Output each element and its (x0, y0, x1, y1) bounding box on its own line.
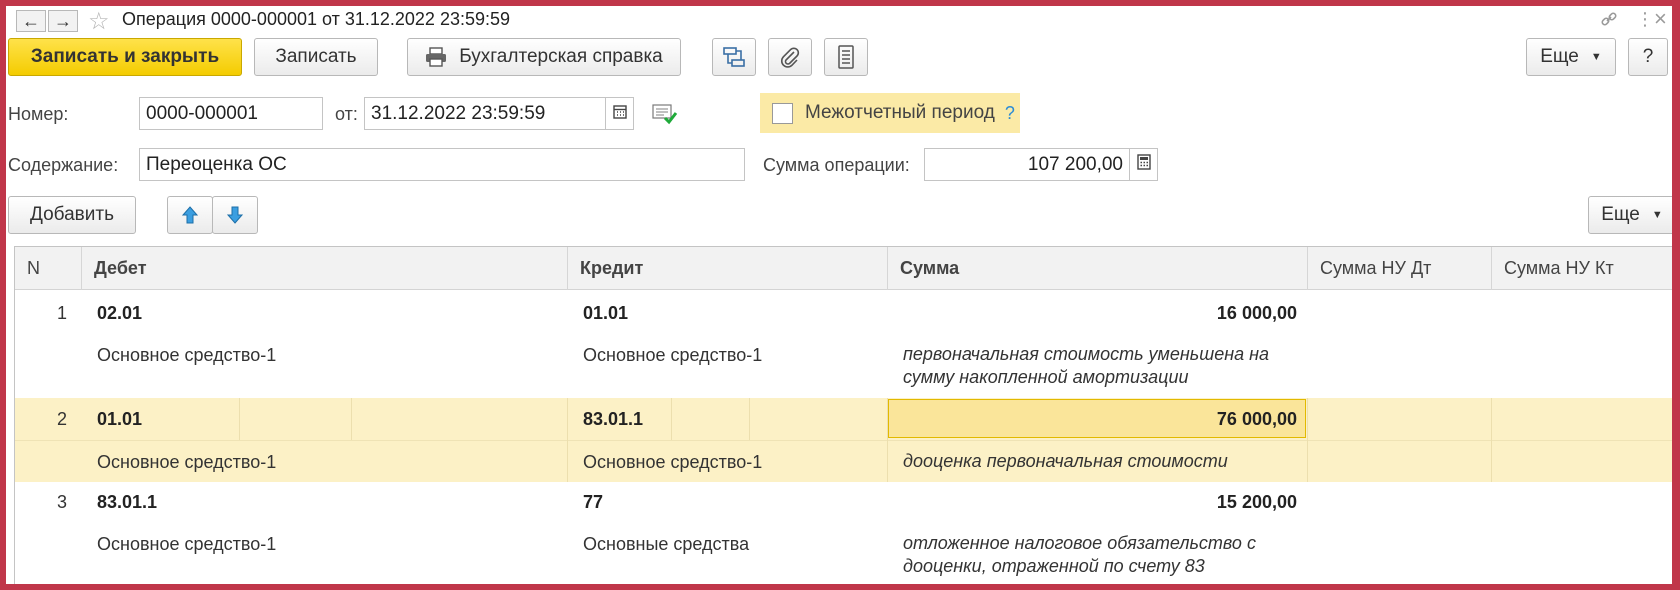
column-header-credit[interactable]: Кредит (567, 247, 887, 290)
document-window: ← → ☆ Операция 0000-000001 от 31.12.2022… (6, 6, 1672, 584)
debit-subconto[interactable]: Основное средство-1 (97, 345, 276, 366)
arrow-left-icon: ← (22, 10, 40, 31)
calculator-icon (1136, 154, 1151, 175)
inter-period-box[interactable]: Межотчетный период ? (760, 93, 1020, 133)
entry-comment[interactable]: первоначальная стоимость уменьшена на су… (903, 343, 1293, 389)
credit-account[interactable]: 83.01.1 (583, 409, 643, 430)
save-button[interactable]: Записать (254, 38, 378, 76)
column-divider (351, 398, 352, 440)
favorite-star-icon[interactable]: ☆ (88, 7, 110, 36)
table-row-selected[interactable]: 2 01.01 Основное средство-1 83.01.1 Осно… (15, 398, 1672, 482)
move-up-button[interactable] (167, 196, 213, 234)
column-header-n[interactable]: N (15, 247, 81, 290)
link-icon[interactable] (1600, 10, 1618, 33)
help-button[interactable]: ? (1628, 38, 1668, 76)
table-row[interactable]: 3 83.01.1 Основное средство-1 77 Основны… (15, 482, 1672, 584)
column-divider (567, 398, 568, 482)
column-divider (749, 398, 750, 440)
number-field[interactable]: 0000-000001 (139, 97, 323, 130)
calculator-button[interactable] (1130, 148, 1158, 181)
column-divider (671, 398, 672, 440)
add-row-button[interactable]: Добавить (8, 196, 136, 234)
inter-period-help-icon[interactable]: ? (1005, 103, 1015, 124)
calendar-icon (612, 103, 627, 124)
date-field[interactable]: 31.12.2022 23:59:59 (364, 97, 606, 130)
close-icon[interactable]: × (1654, 6, 1667, 32)
credit-account[interactable]: 01.01 (583, 303, 628, 324)
accounting-report-button[interactable]: Бухгалтерская справка (407, 38, 681, 76)
entries-table: N Дебет Кредит Сумма Сумма НУ Дт Сумма Н… (14, 246, 1672, 584)
document-status-icon[interactable] (652, 103, 678, 130)
content-field[interactable]: Переоценка ОС (139, 148, 745, 181)
column-header-sum-nu-dt[interactable]: Сумма НУ Дт (1307, 247, 1491, 290)
caret-down-icon: ▼ (1590, 51, 1602, 63)
accounting-report-label: Бухгалтерская справка (459, 46, 663, 67)
forward-button[interactable]: → (48, 10, 78, 32)
sum-value[interactable]: 15 200,00 (887, 492, 1297, 513)
entry-comment[interactable]: отложенное налоговое обязательство с доо… (903, 532, 1293, 578)
back-button[interactable]: ← (16, 10, 46, 32)
column-divider (1491, 398, 1492, 482)
column-header-sum-nu-kt[interactable]: Сумма НУ Кт (1491, 247, 1672, 290)
sum-value[interactable]: 16 000,00 (887, 303, 1297, 324)
credit-subconto[interactable]: Основное средство-1 (583, 452, 762, 473)
debit-account[interactable]: 83.01.1 (97, 492, 157, 513)
more-menu-icon[interactable]: ⋮ (1636, 9, 1654, 30)
debit-subconto[interactable]: Основное средство-1 (97, 452, 276, 473)
column-header-debit[interactable]: Дебет (81, 247, 567, 290)
operation-sum-field[interactable]: 107 200,00 (924, 148, 1130, 181)
arrow-up-icon (181, 205, 199, 225)
arrow-right-icon: → (54, 10, 72, 31)
window-title: Операция 0000-000001 от 31.12.2022 23:59… (122, 9, 511, 29)
credit-subconto[interactable]: Основное средство-1 (583, 345, 762, 366)
debit-account[interactable]: 01.01 (97, 409, 142, 430)
row-number: 3 (56, 492, 67, 512)
date-label: от: (335, 104, 358, 124)
credit-account[interactable]: 77 (583, 492, 603, 513)
column-header-sum[interactable]: Сумма (887, 247, 1307, 290)
table-header: N Дебет Кредит Сумма Сумма НУ Дт Сумма Н… (15, 247, 1672, 290)
caret-down-icon: ▼ (1651, 209, 1663, 221)
attach-files-button[interactable] (768, 38, 812, 76)
row-number: 1 (56, 303, 67, 323)
table-row[interactable]: 1 02.01 Основное средство-1 01.01 Основн… (15, 290, 1672, 398)
paperclip-icon (779, 46, 801, 68)
structure-button[interactable] (712, 38, 756, 76)
column-divider (1307, 398, 1308, 482)
printer-icon (425, 47, 447, 67)
row-number: 2 (56, 409, 67, 429)
arrow-down-icon (226, 205, 244, 225)
list-button[interactable] (824, 38, 868, 76)
sum-value[interactable]: 76 000,00 (887, 409, 1297, 430)
row-divider (15, 440, 1672, 441)
table-more-label: Еще (1601, 204, 1640, 225)
more-actions-button[interactable]: Еще ▼ (1526, 38, 1616, 76)
debit-subconto[interactable]: Основное средство-1 (97, 534, 276, 555)
operation-sum-label: Сумма операции: (763, 155, 910, 175)
hierarchy-icon (722, 46, 746, 68)
more-actions-label: Еще (1540, 46, 1579, 67)
entry-comment[interactable]: дооценка первоначальная стоимости (903, 450, 1293, 473)
move-down-button[interactable] (212, 196, 258, 234)
column-divider (239, 398, 240, 440)
list-icon (837, 45, 855, 69)
number-label: Номер: (8, 104, 69, 124)
table-more-button[interactable]: Еще ▼ (1588, 196, 1672, 234)
debit-account[interactable]: 02.01 (97, 303, 142, 324)
inter-period-checkbox[interactable] (772, 102, 793, 124)
credit-subconto[interactable]: Основные средства (583, 534, 749, 555)
date-picker-button[interactable] (606, 97, 634, 130)
inter-period-label: Межотчетный период (805, 102, 995, 123)
save-and-close-button[interactable]: Записать и закрыть (8, 38, 242, 76)
content-label: Содержание: (8, 155, 119, 175)
